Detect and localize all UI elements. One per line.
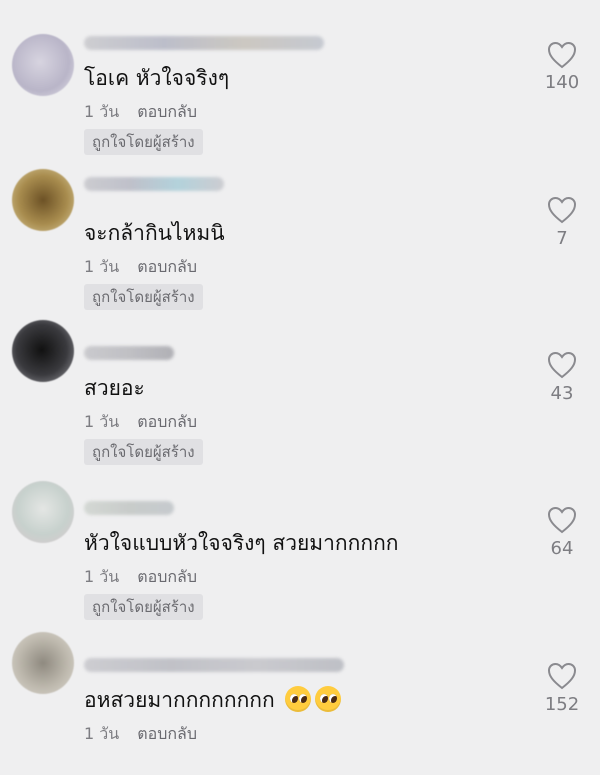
comment-text: สวยอะ: [84, 376, 145, 400]
comment-text: อหสวยมากกกกกกกก: [84, 684, 342, 717]
comment-time: 1 วัน: [84, 102, 120, 121]
liked-by-creator-badge: ถูกใจโดยผู้สร้าง: [84, 129, 203, 155]
comment-item: สวยอะ 1 วัน ตอบกลับ ถูกใจโดยผู้สร้าง 43: [0, 310, 600, 465]
heart-icon[interactable]: [547, 41, 577, 69]
avatar[interactable]: [12, 34, 74, 96]
comment-text: หัวใจแบบหัวใจจริงๆ สวยมากกกกก: [84, 531, 399, 555]
pleading-face-icon: [285, 686, 312, 712]
pleading-face-icon: [315, 686, 342, 712]
username-blurred[interactable]: [84, 658, 344, 672]
comment-meta: 1 วัน ตอบกลับ: [84, 722, 197, 747]
heart-icon[interactable]: [547, 196, 577, 224]
comment-time: 1 วัน: [84, 412, 120, 431]
comment-meta: 1 วัน ตอบกลับ: [84, 255, 197, 280]
like-count: 43: [550, 383, 574, 404]
avatar[interactable]: [12, 320, 74, 382]
avatar[interactable]: [12, 481, 74, 543]
comment-text: โอเค หัวใจจริงๆ: [84, 66, 230, 90]
comment-item: โอเค หัวใจจริงๆ 1 วัน ตอบกลับ ถูกใจโดยผู้…: [0, 0, 600, 155]
like-count: 152: [544, 694, 580, 715]
reply-button[interactable]: ตอบกลับ: [137, 102, 197, 121]
comment-meta: 1 วัน ตอบกลับ: [84, 565, 197, 590]
liked-by-creator-badge: ถูกใจโดยผู้สร้าง: [84, 439, 203, 465]
username-blurred[interactable]: [84, 501, 174, 515]
username-blurred[interactable]: [84, 177, 224, 191]
reply-button[interactable]: ตอบกลับ: [137, 724, 197, 743]
reply-button[interactable]: ตอบกลับ: [137, 412, 197, 431]
comment-text-content: อหสวยมากกกกกกกก: [84, 688, 275, 712]
heart-icon[interactable]: [547, 351, 577, 379]
like-count: 7: [556, 228, 568, 249]
avatar[interactable]: [12, 169, 74, 231]
comment-time: 1 วัน: [84, 724, 120, 743]
comment-item: หัวใจแบบหัวใจจริงๆ สวยมากกกกก 1 วัน ตอบกล…: [0, 465, 600, 620]
liked-by-creator-badge: ถูกใจโดยผู้สร้าง: [84, 594, 203, 620]
comment-meta: 1 วัน ตอบกลับ: [84, 100, 197, 125]
comment-time: 1 วัน: [84, 257, 120, 276]
comment-text: จะกล้ากินไหมนิ: [84, 221, 225, 245]
reply-button[interactable]: ตอบกลับ: [137, 567, 197, 586]
comment-time: 1 วัน: [84, 567, 120, 586]
reply-button[interactable]: ตอบกลับ: [137, 257, 197, 276]
comment-item: จะกล้ากินไหมนิ 1 วัน ตอบกลับ ถูกใจโดยผู้ส…: [0, 155, 600, 310]
like-count: 64: [550, 538, 574, 559]
like-count: 140: [544, 72, 580, 93]
username-blurred[interactable]: [84, 36, 324, 50]
username-blurred[interactable]: [84, 346, 174, 360]
heart-icon[interactable]: [547, 506, 577, 534]
avatar[interactable]: [12, 632, 74, 694]
liked-by-creator-badge: ถูกใจโดยผู้สร้าง: [84, 284, 203, 310]
comment-meta: 1 วัน ตอบกลับ: [84, 410, 197, 435]
heart-icon[interactable]: [547, 662, 577, 690]
